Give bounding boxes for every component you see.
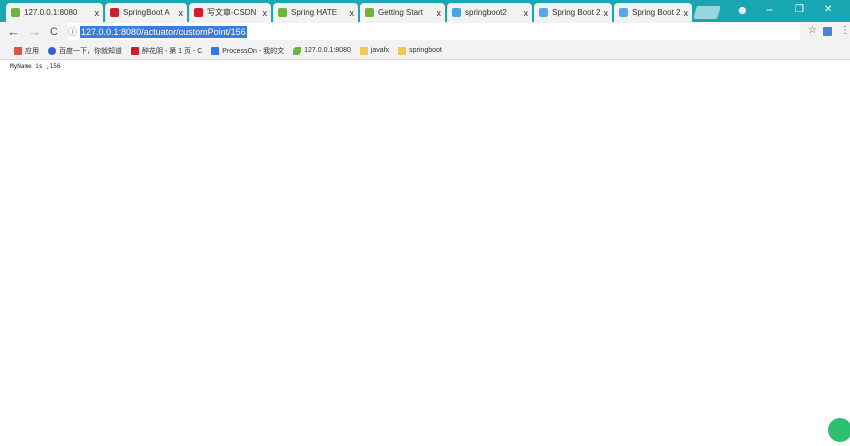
tab-spring-hateoas[interactable]: Spring HATE x [273,3,358,22]
bookmark-processon[interactable]: ProcessOn - 我的文 [211,46,284,56]
extension-icon[interactable] [823,27,832,36]
tab-spring-boot-2-a[interactable]: Spring Boot 2 x [534,3,612,22]
bookmark-folder-springboot[interactable]: springboot [398,46,442,55]
bookmark-baidu[interactable]: 百度一下，你就知道 [48,46,122,56]
folder-icon [398,46,407,55]
apps-icon [14,46,22,55]
cloud-icon [539,8,548,17]
close-icon[interactable]: x [437,8,442,18]
tab-title: Spring Boot 2 [552,8,601,17]
tab-title: SpringBoot A [123,8,170,17]
spring-icon [365,8,374,17]
cloud-icon [619,8,628,17]
forward-button[interactable]: → [28,23,41,41]
csdn-icon [194,8,203,17]
url-text[interactable]: 127.0.0.1:8080/actuator/customPoint/156 [80,25,247,38]
tab-title: 127.0.0.1:8080 [24,8,78,17]
bookmark-apps[interactable]: 应用 [14,46,39,56]
tab-title: Spring Boot 2 [632,8,681,17]
bookmark-star-icon[interactable]: ☆ [808,25,817,36]
tab-title: springboot2 [465,8,507,17]
address-bar[interactable]: ⓘ 127.0.0.1:8080/actuator/customPoint/15… [68,23,800,40]
profile-icon[interactable]: ☻ [736,2,749,18]
floating-action-button[interactable] [828,418,850,442]
bookmark-csdn[interactable]: 醉花阴 - 第 1 页 - C [131,46,202,56]
tab-title: Getting Start [378,8,423,17]
tab-getting-started[interactable]: Getting Start x [360,3,445,22]
reload-button[interactable]: C [50,23,58,41]
springboot-icon [452,8,461,17]
bookmark-folder-javafx[interactable]: javafx [359,46,389,55]
close-icon[interactable]: x [179,8,184,18]
leaf-icon [11,8,20,17]
spring-icon [278,8,287,17]
csdn-icon [110,8,119,17]
close-icon[interactable]: x [524,8,529,18]
bookmark-localhost[interactable]: 127.0.0.1:8080 [293,46,351,55]
close-icon[interactable]: x [95,8,100,18]
new-tab-button[interactable] [693,6,721,19]
tab-csdn-write[interactable]: 写文章-CSDN x [189,3,271,22]
bookmarks-bar: 应用 百度一下，你就知道 醉花阴 - 第 1 页 - C ProcessOn -… [0,42,850,60]
page-body-text: MyName is ,156 [10,63,61,70]
folder-icon [359,46,368,55]
processon-icon [211,46,220,55]
leaf-icon [293,46,302,55]
maximize-button[interactable]: ❐ [795,2,804,18]
tab-title: 写文章-CSDN [207,8,257,17]
tab-spring-boot-2-b[interactable]: Spring Boot 2 x [614,3,692,22]
tab-springboot-a[interactable]: SpringBoot A x [105,3,187,22]
baidu-icon [48,46,56,55]
close-window-button[interactable]: ✕ [824,2,832,18]
back-button[interactable]: ← [7,23,20,41]
csdn-icon [131,46,139,55]
tab-springboot2[interactable]: springboot2 x [447,3,532,22]
close-icon[interactable]: x [604,8,609,18]
close-icon[interactable]: x [684,8,689,18]
minimize-button[interactable]: − [766,2,773,18]
tab-title: Spring HATE [291,8,338,17]
close-icon[interactable]: x [350,8,355,18]
info-icon[interactable]: ⓘ [68,25,77,38]
tab-localhost[interactable]: 127.0.0.1:8080 x [6,3,103,22]
tab-strip: 127.0.0.1:8080 x SpringBoot A x 写文章-CSDN… [0,0,850,22]
close-icon[interactable]: x [263,8,268,18]
menu-icon[interactable]: ⋮ [840,25,850,36]
